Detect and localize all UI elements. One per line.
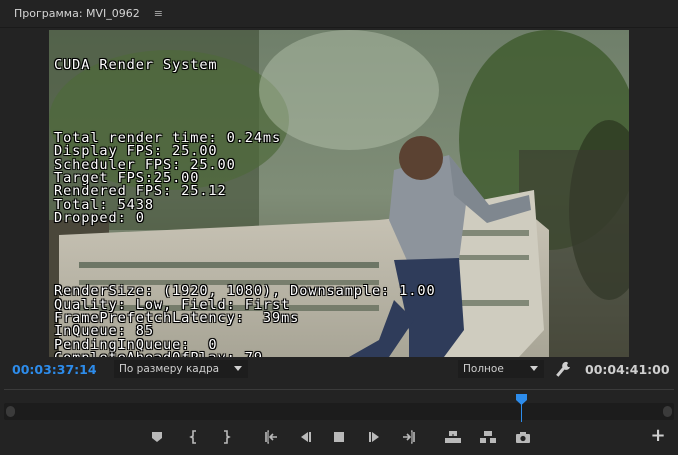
overlay-line: Dropped: 0	[54, 209, 145, 226]
step-back-button[interactable]	[295, 427, 315, 447]
stop-button[interactable]	[329, 427, 349, 447]
panel-title[interactable]: Программа: MVI_0962	[14, 7, 140, 20]
wrench-icon[interactable]	[556, 360, 572, 378]
mini-timeline	[0, 385, 678, 423]
go-to-out-button[interactable]	[399, 427, 419, 447]
playback-resolution-select[interactable]: Полное	[458, 360, 544, 378]
overlay-block-render: RenderSize: (1920, 1080), Downsample: 1.…	[54, 284, 508, 357]
chevron-down-icon	[530, 366, 538, 371]
scrollbar-right-handle[interactable]	[663, 406, 672, 417]
playhead-timecode[interactable]: 00:03:37:14	[12, 362, 97, 377]
step-forward-icon	[369, 432, 379, 442]
monitor-controls-row: 00:03:37:14 По размеру кадра Полное 00:0…	[0, 358, 678, 380]
plus-icon[interactable]: +	[648, 426, 668, 446]
lift-icon	[445, 431, 461, 443]
lift-button[interactable]	[443, 427, 463, 447]
step-back-icon	[301, 432, 311, 442]
mark-in-icon	[189, 430, 196, 444]
marker-icon	[152, 432, 162, 442]
go-to-in-button[interactable]	[261, 427, 281, 447]
extract-button[interactable]	[478, 427, 498, 447]
go-to-out-icon	[403, 430, 415, 444]
time-ruler[interactable]	[4, 389, 674, 397]
program-monitor-header: Программа: MVI_0962 ≡	[0, 0, 678, 28]
camera-icon	[516, 431, 530, 443]
zoom-level-value: По размеру кадра	[119, 363, 220, 375]
overlay-line: CompleteAheadOfPlay: 79	[54, 351, 508, 357]
chevron-down-icon	[234, 366, 242, 371]
video-frame[interactable]: CUDA Render System Total render time: 0.…	[49, 30, 629, 357]
overlay-block-timing: Total render time: 0.24ms Display FPS: 25…	[54, 131, 508, 226]
duration-timecode: 00:04:41:00	[585, 362, 670, 377]
add-marker-button[interactable]	[147, 427, 167, 447]
mark-in-button[interactable]	[184, 427, 204, 447]
go-to-in-icon	[265, 430, 277, 444]
transport-controls: +	[0, 425, 678, 449]
zoom-scrollbar[interactable]	[4, 403, 674, 420]
overlay-heading: CUDA Render System	[54, 56, 218, 73]
scrollbar-left-handle[interactable]	[6, 406, 15, 417]
step-forward-button[interactable]	[365, 427, 385, 447]
extract-icon	[480, 431, 496, 443]
stop-icon	[334, 432, 344, 442]
zoom-level-select[interactable]: По размеру кадра	[114, 360, 248, 378]
playhead-icon[interactable]	[516, 390, 527, 405]
playback-resolution-value: Полное	[463, 363, 504, 375]
mark-out-icon	[224, 430, 231, 444]
mark-out-button[interactable]	[216, 427, 236, 447]
export-frame-button[interactable]	[513, 427, 533, 447]
render-stats-overlay: CUDA Render System Total render time: 0.…	[54, 32, 508, 357]
hamburger-icon[interactable]: ≡	[154, 7, 163, 20]
